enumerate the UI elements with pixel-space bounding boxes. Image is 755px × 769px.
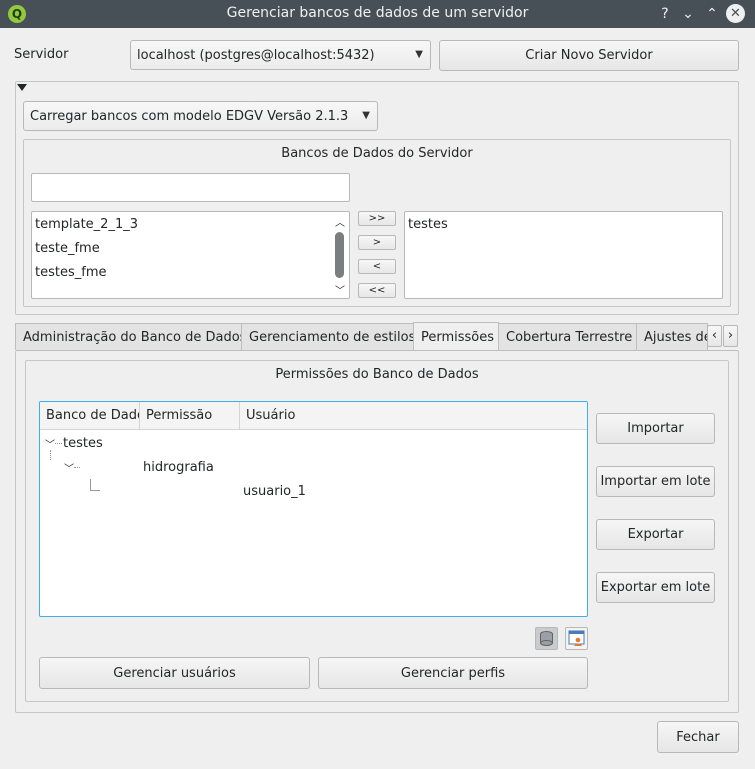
expand-chevron-icon[interactable]: ﹀ — [45, 436, 55, 451]
tree-branch-line — [74, 467, 80, 468]
column-header-permission[interactable]: Permissão — [140, 402, 240, 430]
tab-style-management[interactable]: Gerenciamento de estilos — [241, 323, 415, 350]
tab-scroll-right-icon[interactable]: › — [723, 325, 738, 347]
column-header-database[interactable]: Banco de Dados — [40, 402, 140, 430]
tab-scroll-left-icon[interactable]: ‹ — [707, 325, 722, 347]
list-item[interactable]: teste_fme — [35, 241, 100, 256]
close-icon[interactable]: ✕ — [726, 4, 745, 23]
manage-profiles-button[interactable]: Gerenciar perfis — [318, 657, 588, 689]
chevron-down-icon: ▼ — [362, 109, 370, 121]
title-bar: Q Gerenciar bancos de dados de um servid… — [0, 0, 755, 28]
list-item[interactable]: testes_fme — [35, 265, 106, 280]
tab-permissions[interactable]: Permissões — [413, 322, 499, 351]
permissions-tree[interactable] — [39, 401, 588, 617]
help-icon[interactable]: ? — [655, 4, 675, 24]
tab-land-cover[interactable]: Cobertura Terrestre — [498, 323, 637, 350]
server-databases-title: Bancos de Dados do Servidor — [281, 146, 473, 161]
export-button[interactable]: Exportar — [596, 519, 715, 550]
tree-node-permission[interactable]: hidrografia — [143, 460, 214, 475]
column-header-user[interactable]: Usuário — [240, 402, 587, 430]
tree-node-user[interactable]: usuario_1 — [243, 484, 306, 499]
model-combo-value: Carregar bancos com modelo EDGV Versão 2… — [30, 108, 349, 124]
user-profile-icon[interactable] — [565, 627, 588, 650]
tab-adjustments[interactable]: Ajustes de — [636, 323, 708, 350]
new-server-button[interactable]: Criar Novo Servidor — [439, 40, 739, 71]
scroll-up-icon[interactable]: ︿ — [335, 214, 345, 229]
permissions-title: Permissões do Banco de Dados — [275, 367, 479, 382]
tree-branch-line — [50, 450, 51, 460]
server-combo-value: localhost (postgres@localhost:5432) — [137, 47, 375, 63]
available-databases-list[interactable]: template_2_1_3 teste_fme testes_fme ︿ ﹀ — [31, 211, 350, 299]
tab-database-admin[interactable]: Administração do Banco de Dados — [15, 323, 246, 350]
minimize-icon[interactable]: ⌄ — [678, 4, 698, 24]
close-button[interactable]: Fechar — [657, 721, 739, 753]
selected-databases-list[interactable]: testes — [404, 211, 723, 299]
import-button[interactable]: Importar — [596, 413, 715, 444]
chevron-down-icon: ▼ — [415, 48, 423, 60]
tree-branch-line — [90, 479, 100, 491]
server-combo[interactable]: localhost (postgres@localhost:5432) ▼ — [130, 40, 431, 70]
batch-export-button[interactable]: Exportar em lote — [596, 572, 715, 603]
scrollbar-thumb[interactable] — [335, 232, 344, 278]
scroll-down-icon[interactable]: ﹀ — [335, 282, 345, 297]
database-filter-input[interactable] — [31, 173, 350, 202]
server-label: Servidor — [14, 47, 69, 62]
window-title: Gerenciar bancos de dados de um servidor — [226, 5, 529, 21]
expand-chevron-icon[interactable]: ﹀ — [64, 460, 74, 475]
manage-users-button[interactable]: Gerenciar usuários — [39, 657, 310, 689]
list-item[interactable]: testes — [408, 217, 448, 232]
tree-node-database[interactable]: testes — [63, 436, 103, 451]
remove-all-button[interactable]: << — [358, 283, 396, 298]
database-icon[interactable] — [535, 627, 558, 650]
model-combo[interactable]: Carregar bancos com modelo EDGV Versão 2… — [23, 101, 378, 131]
collapse-triangle-icon[interactable] — [17, 84, 27, 91]
add-all-button[interactable]: >> — [358, 211, 396, 226]
add-button[interactable]: > — [358, 235, 396, 250]
remove-button[interactable]: < — [358, 259, 396, 274]
batch-import-button[interactable]: Importar em lote — [596, 466, 715, 497]
list-item[interactable]: template_2_1_3 — [35, 217, 138, 232]
maximize-icon[interactable]: ⌃ — [702, 4, 722, 24]
tree-branch-line — [55, 443, 62, 444]
